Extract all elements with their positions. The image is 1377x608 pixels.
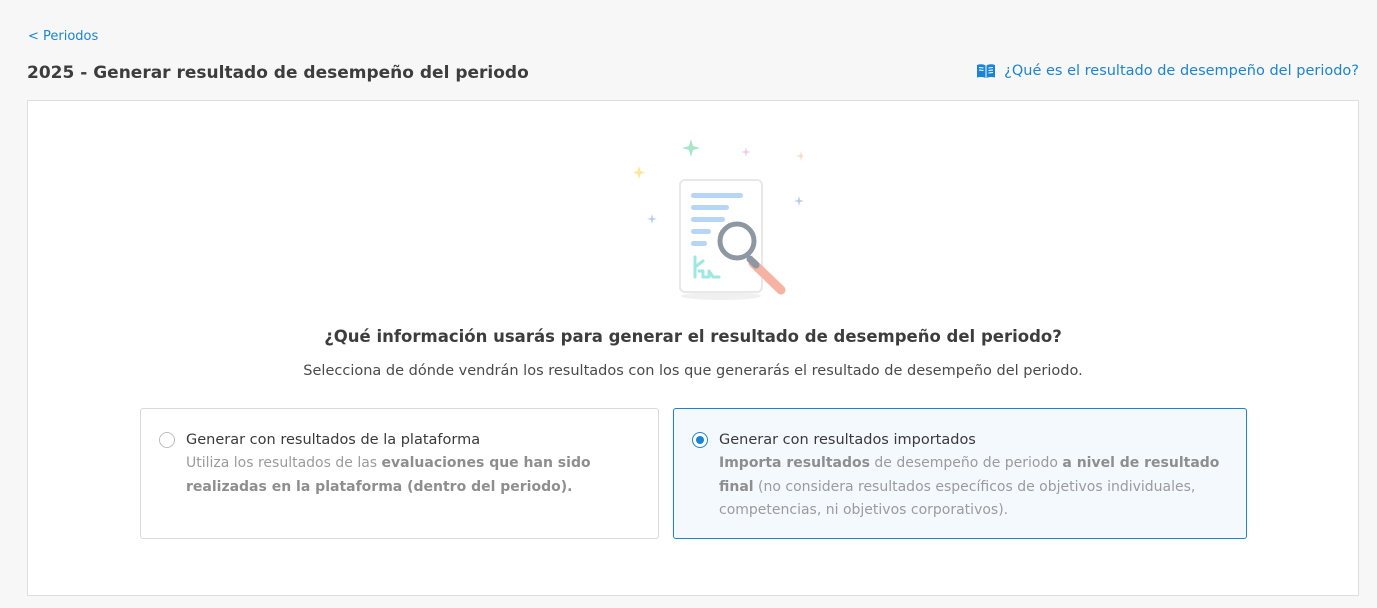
help-link-label: ¿Qué es el resultado de desempeño del pe… — [1004, 63, 1359, 79]
document-search-illustration — [623, 135, 806, 305]
option-platform-title: Generar con resultados de la plataforma — [186, 432, 481, 448]
option-imported-title: Generar con resultados importados — [719, 432, 976, 448]
question-subtitle: Selecciona de dónde vendrán los resultad… — [303, 363, 1083, 379]
option-imported-description: Importa resultados de desempeño de perio… — [719, 452, 1228, 523]
desc-text: (no considera resultados específicos de … — [719, 478, 1196, 519]
page: < Periodos 2025 - Generar resultado de d… — [0, 0, 1377, 608]
page-title: 2025 - Generar resultado de desempeño de… — [27, 63, 529, 83]
book-open-icon — [976, 63, 996, 79]
desc-text: . — [567, 478, 573, 495]
option-platform-description: Utiliza los resultados de las evaluacion… — [186, 452, 640, 499]
desc-text: de desempeño de periodo — [869, 455, 1063, 471]
desc-bold: Importa resultados — [719, 455, 870, 471]
question-heading: ¿Qué información usarás para generar el … — [324, 327, 1062, 346]
help-link[interactable]: ¿Qué es el resultado de desempeño del pe… — [976, 63, 1359, 79]
desc-text: Utiliza los resultados de las — [186, 455, 382, 471]
back-link-periodos[interactable]: < Periodos — [28, 29, 98, 44]
option-platform-results[interactable]: Generar con resultados de la plataforma … — [140, 408, 659, 539]
option-imported-results[interactable]: Generar con resultados importados Import… — [673, 408, 1247, 539]
main-card: ¿Qué información usarás para generar el … — [27, 100, 1359, 596]
radio-imported-results[interactable] — [692, 432, 708, 448]
radio-platform-results[interactable] — [159, 432, 175, 448]
